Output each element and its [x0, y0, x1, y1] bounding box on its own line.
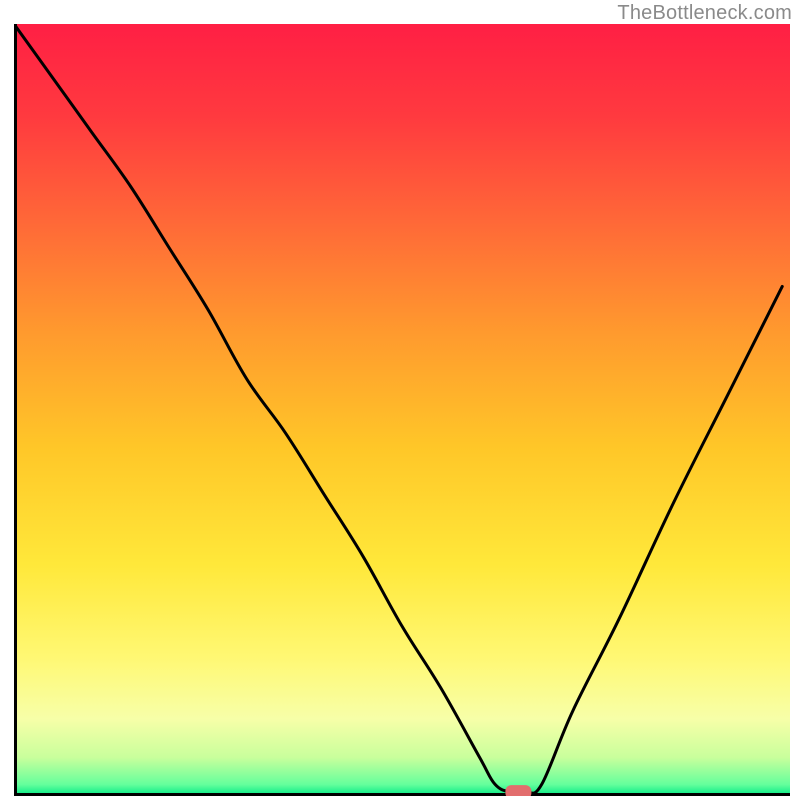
gradient-background — [14, 24, 790, 796]
chart-frame: TheBottleneck.com — [0, 0, 800, 800]
watermark-text: TheBottleneck.com — [617, 2, 792, 25]
optimum-marker — [505, 785, 531, 796]
chart-svg — [14, 24, 790, 796]
bottleneck-plot — [14, 24, 790, 796]
